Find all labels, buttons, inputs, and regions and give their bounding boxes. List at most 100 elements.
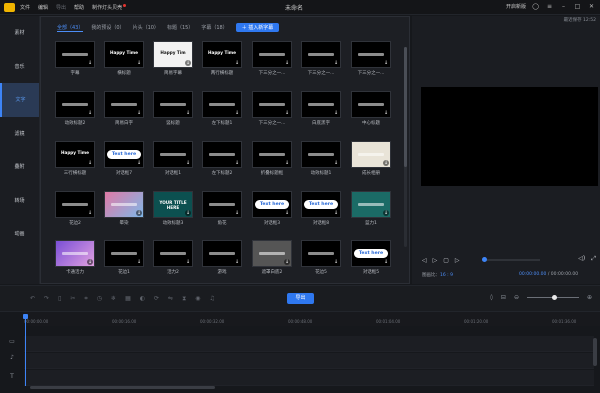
download-icon[interactable]: ↓ [87, 110, 93, 116]
download-icon[interactable]: ↓ [87, 160, 93, 166]
close-icon[interactable]: ✕ [587, 2, 596, 11]
template-tile[interactable]: ↓ 动效标题1 [301, 141, 341, 177]
crop-icon[interactable]: ⌗ [84, 295, 87, 303]
library-scroll-thumb[interactable] [404, 47, 407, 167]
duration-icon[interactable]: ⧗ [182, 295, 186, 303]
download-icon[interactable]: ↓ [87, 210, 93, 216]
template-tile[interactable]: ↓ 白底黑字 [301, 91, 341, 127]
menu-help[interactable]: 帮助 [74, 4, 84, 11]
mic-icon[interactable]: ♫ [210, 295, 215, 303]
download-icon[interactable]: ↓ [234, 160, 240, 166]
template-tile[interactable]: Happy Tim ↓ 简易字幕 [153, 41, 193, 77]
library-scrollbar[interactable] [404, 47, 407, 247]
stop-icon[interactable]: ▢ [443, 257, 449, 264]
download-icon[interactable]: ↓ [284, 160, 290, 166]
speed-icon[interactable]: ◷ [97, 295, 102, 303]
template-tile[interactable]: ↓ 左下标题2 [202, 141, 242, 177]
volume-icon[interactable]: ◁) [578, 255, 585, 263]
sidebar-item-media[interactable]: 素材 [0, 16, 39, 50]
download-icon[interactable]: ↓ [185, 60, 191, 66]
timeline-hscrollbar[interactable] [30, 386, 215, 389]
template-tile[interactable]: ↓ 花边1 [104, 240, 144, 276]
template-tile[interactable]: Happy Time ↓ 两行横标题 [202, 41, 242, 77]
download-icon[interactable]: ↓ [383, 160, 389, 166]
template-tile[interactable]: Text here ↓ 对话框7 [104, 141, 144, 177]
audio-track[interactable] [24, 353, 594, 369]
template-tile[interactable]: ↓ 中心标题 [351, 91, 391, 127]
tab-titles[interactable]: 标题（15） [167, 24, 193, 31]
play-icon[interactable]: ▷ [433, 257, 438, 264]
template-tile[interactable]: ↓ 活力2 [153, 240, 193, 276]
download-icon[interactable]: ↓ [333, 60, 339, 66]
template-tile[interactable]: ↓ 角花 [202, 191, 242, 227]
template-tile[interactable]: ↓ 左下标题1 [202, 91, 242, 127]
sidebar-item-text[interactable]: 文字 [0, 83, 39, 117]
playhead[interactable] [23, 314, 28, 386]
download-icon[interactable]: ↓ [333, 160, 339, 166]
template-tile[interactable]: Text here ↓ 对话框3 [252, 191, 292, 227]
zoom-knob[interactable] [551, 295, 557, 300]
record-icon[interactable]: ◉ [195, 295, 200, 303]
timeline-vscrollbar[interactable] [593, 338, 597, 366]
tab-subtitles[interactable]: 字幕（18） [201, 24, 227, 31]
menu-promo[interactable]: 制作灯头贝壳 [92, 4, 127, 11]
menu-edit[interactable]: 编辑 [38, 4, 48, 11]
video-track[interactable] [24, 336, 594, 352]
download-icon[interactable]: ↓ [87, 60, 93, 66]
redo-icon[interactable]: ↷ [44, 295, 49, 303]
zoom-in-icon[interactable]: ⊕ [587, 294, 592, 301]
mosaic-icon[interactable]: ▦ [125, 295, 131, 303]
download-icon[interactable]: ↓ [234, 110, 240, 116]
download-icon[interactable]: ↓ [333, 110, 339, 116]
rotate-icon[interactable]: ⟳ [154, 295, 159, 303]
sidebar-item-overlays[interactable]: 叠附 [0, 150, 39, 184]
download-icon[interactable]: ↓ [284, 210, 290, 216]
template-tile[interactable]: ↓ 动效标题2 [55, 91, 95, 127]
text-track[interactable] [24, 370, 594, 386]
template-tile[interactable]: Happy Time ↓ 三行横标题 [55, 141, 95, 177]
maximize-icon[interactable]: □ [573, 2, 582, 11]
new-version-link[interactable]: 开启新版 [506, 3, 526, 10]
download-icon[interactable]: ↓ [383, 259, 389, 265]
template-tile[interactable]: ↓ 下三分之一... [301, 41, 341, 77]
tab-intro[interactable]: 片头（10） [133, 24, 159, 31]
template-tile[interactable]: ↓ 花边2 [55, 191, 95, 227]
template-tile[interactable]: Happy Time ↓ 横标题 [104, 41, 144, 77]
template-tile[interactable]: ↓ 折叠标题框 [252, 141, 292, 177]
download-icon[interactable]: ↓ [234, 259, 240, 265]
template-tile[interactable]: ↓ 蓝力1 [351, 191, 391, 227]
flip-icon[interactable]: ⇋ [168, 295, 173, 303]
download-icon[interactable]: ↓ [87, 259, 93, 265]
download-icon[interactable]: ↓ [185, 110, 191, 116]
download-icon[interactable]: ↓ [136, 60, 142, 66]
template-tile[interactable]: ↓ 竖标题 [153, 91, 193, 127]
template-tile[interactable]: ↓ 字幕 [55, 41, 95, 77]
fit-icon[interactable]: ⊟ [501, 294, 506, 301]
menu-export[interactable]: 导出 [56, 4, 66, 11]
template-tile[interactable]: ↓ 简易白字 [104, 91, 144, 127]
template-tile[interactable]: ↓ 对话框1 [153, 141, 193, 177]
color-icon[interactable]: ◐ [140, 295, 145, 303]
zoom-slider[interactable] [526, 295, 579, 300]
zoom-out-icon[interactable]: ⊖ [514, 294, 519, 301]
menu-icon[interactable]: ≡ [545, 2, 554, 11]
tab-all[interactable]: 全部（43） [57, 24, 84, 32]
sidebar-item-filters[interactable]: 滤镜 [0, 117, 39, 151]
user-icon[interactable]: ◯ [531, 2, 540, 11]
fullscreen-icon[interactable]: ⤢ [591, 255, 596, 263]
download-icon[interactable]: ↓ [136, 110, 142, 116]
template-tile[interactable]: Text here ↓ 对话框5 [351, 240, 391, 276]
preview-progress-track[interactable] [482, 259, 540, 261]
download-icon[interactable]: ↓ [333, 259, 339, 265]
download-icon[interactable]: ↓ [383, 210, 389, 216]
template-tile[interactable]: Text here ↓ 对话框8 [301, 191, 341, 227]
minimize-icon[interactable]: – [559, 2, 568, 11]
template-tile[interactable]: ↓ 卡通活力 [55, 240, 95, 276]
download-icon[interactable]: ↓ [185, 160, 191, 166]
prev-frame-icon[interactable]: ◁ [422, 257, 427, 264]
download-icon[interactable]: ↓ [383, 60, 389, 66]
export-button[interactable]: 导出 [287, 293, 314, 304]
sidebar-item-animation[interactable]: 动画 [0, 217, 39, 251]
marker-icon[interactable]: ◊ [490, 294, 493, 301]
download-icon[interactable]: ↓ [185, 210, 191, 216]
